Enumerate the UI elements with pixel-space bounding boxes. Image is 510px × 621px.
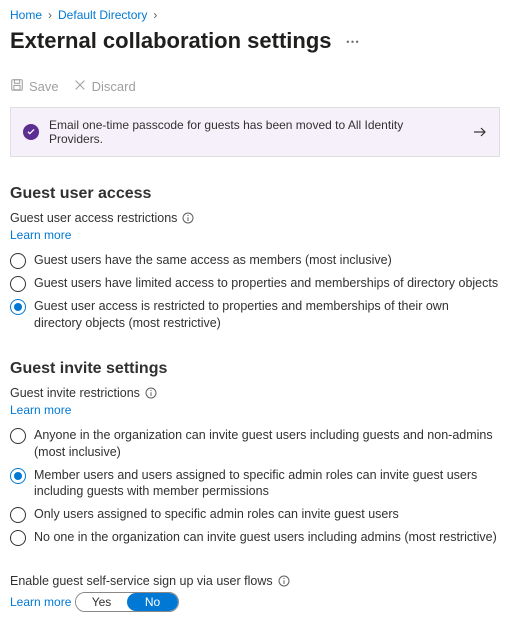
more-actions-button[interactable]: ⋯: [342, 31, 364, 52]
info-icon[interactable]: [278, 575, 290, 587]
info-badge-icon: [23, 124, 39, 140]
guest-invite-radio-group: Anyone in the organization can invite gu…: [10, 427, 500, 547]
radio-button[interactable]: [10, 276, 26, 292]
self-service-label: Enable guest self-service sign up via us…: [10, 574, 273, 588]
breadcrumb: Home › Default Directory ›: [10, 8, 500, 22]
save-label: Save: [29, 79, 59, 94]
self-service-learn-more-link[interactable]: Learn more: [10, 595, 71, 609]
self-service-toggle[interactable]: Yes No: [75, 592, 179, 612]
guest-invite-option-0[interactable]: Anyone in the organization can invite gu…: [10, 427, 500, 461]
info-icon[interactable]: [182, 212, 194, 224]
info-banner[interactable]: Email one-time passcode for guests has b…: [10, 107, 500, 157]
guest-invite-option-3[interactable]: No one in the organization can invite gu…: [10, 529, 500, 546]
arrow-right-icon: [473, 127, 487, 137]
guest-access-subhead: Guest user access restrictions: [10, 211, 500, 225]
breadcrumb-directory[interactable]: Default Directory: [58, 8, 147, 22]
radio-button[interactable]: [10, 530, 26, 546]
guest-access-option-0[interactable]: Guest users have the same access as memb…: [10, 252, 500, 269]
section-guest-invite-heading: Guest invite settings: [10, 360, 500, 378]
radio-label: Guest user access is restricted to prope…: [34, 298, 500, 332]
radio-button[interactable]: [10, 253, 26, 269]
radio-label: Only users assigned to specific admin ro…: [34, 506, 399, 523]
radio-label: Guest users have the same access as memb…: [34, 252, 392, 269]
guest-invite-option-2[interactable]: Only users assigned to specific admin ro…: [10, 506, 500, 523]
self-service-label-row: Enable guest self-service sign up via us…: [10, 574, 500, 588]
close-icon: [73, 78, 87, 95]
self-service-yes[interactable]: Yes: [76, 593, 127, 611]
toolbar: Save Discard: [10, 78, 500, 95]
guest-access-option-1[interactable]: Guest users have limited access to prope…: [10, 275, 500, 292]
info-icon[interactable]: [145, 387, 157, 399]
radio-label: Member users and users assigned to speci…: [34, 467, 500, 501]
discard-button[interactable]: Discard: [73, 78, 136, 95]
save-button[interactable]: Save: [10, 78, 59, 95]
guest-access-radio-group: Guest users have the same access as memb…: [10, 252, 500, 332]
discard-label: Discard: [92, 79, 136, 94]
section-guest-access-heading: Guest user access: [10, 185, 500, 203]
guest-access-subhead-text: Guest user access restrictions: [10, 211, 177, 225]
chevron-right-icon: ›: [153, 8, 157, 22]
guest-invite-subhead-text: Guest invite restrictions: [10, 386, 140, 400]
banner-text: Email one-time passcode for guests has b…: [49, 118, 459, 146]
breadcrumb-home[interactable]: Home: [10, 8, 42, 22]
guest-access-learn-more-link[interactable]: Learn more: [10, 228, 71, 242]
guest-access-option-2[interactable]: Guest user access is restricted to prope…: [10, 298, 500, 332]
self-service-no[interactable]: No: [127, 593, 178, 611]
radio-button[interactable]: [10, 299, 26, 315]
guest-invite-option-1[interactable]: Member users and users assigned to speci…: [10, 467, 500, 501]
radio-label: Guest users have limited access to prope…: [34, 275, 498, 292]
radio-button[interactable]: [10, 468, 26, 484]
guest-invite-learn-more-link[interactable]: Learn more: [10, 403, 71, 417]
page-title: External collaboration settings ⋯: [10, 28, 500, 54]
save-icon: [10, 78, 24, 95]
page-title-text: External collaboration settings: [10, 28, 332, 54]
radio-label: Anyone in the organization can invite gu…: [34, 427, 500, 461]
chevron-right-icon: ›: [48, 8, 52, 22]
radio-button[interactable]: [10, 507, 26, 523]
guest-invite-subhead: Guest invite restrictions: [10, 386, 500, 400]
radio-label: No one in the organization can invite gu…: [34, 529, 497, 546]
radio-button[interactable]: [10, 428, 26, 444]
